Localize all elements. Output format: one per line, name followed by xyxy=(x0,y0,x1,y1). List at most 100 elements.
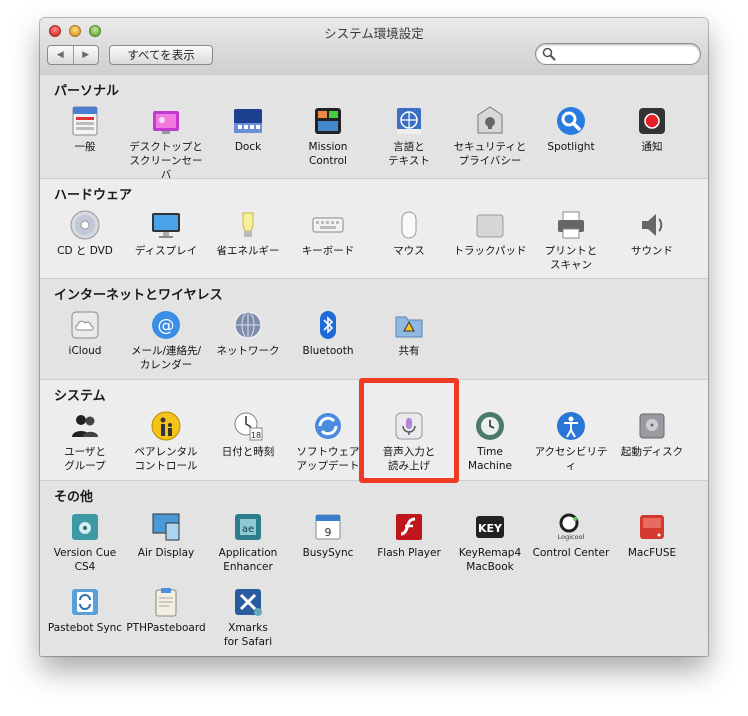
pref-pane-energy-saver[interactable]: 省エネルギー xyxy=(207,209,289,258)
back-button[interactable]: ◀ xyxy=(48,46,73,64)
mission-control-icon xyxy=(312,105,344,137)
users-groups-icon xyxy=(69,410,101,442)
pref-pane-pthpasteboard[interactable]: PTHPasteboard xyxy=(125,586,207,635)
pref-pane-label: Xmarks for Safari xyxy=(223,622,273,648)
cd-dvd-icon xyxy=(69,209,101,241)
pref-pane-air-display[interactable]: Air Display xyxy=(125,511,207,560)
busysync-icon: 9 xyxy=(312,511,344,543)
bluetooth-icon xyxy=(312,309,344,341)
pref-pane-label: マウス xyxy=(393,245,425,257)
pref-pane-flash-player[interactable]: Flash Player xyxy=(368,511,450,560)
show-all-button[interactable]: すべてを表示 xyxy=(109,45,213,65)
search-input[interactable] xyxy=(558,46,694,62)
pref-pane-desktop-screensaver[interactable]: デスクトップと スクリーンセーバ xyxy=(125,105,207,182)
pref-pane-macfuse[interactable]: MacFUSE xyxy=(611,511,693,560)
pref-pane-mail-contacts-calendar[interactable]: @ メール/連絡先/ カレンダー xyxy=(125,309,207,372)
pref-pane-spotlight[interactable]: Spotlight xyxy=(530,105,612,154)
pref-pane-label: KeyRemap4 MacBook xyxy=(458,547,522,573)
keyboard-icon xyxy=(312,209,344,241)
pref-pane-label: Control Center xyxy=(532,547,610,559)
pref-pane-time-machine[interactable]: Time Machine xyxy=(449,410,531,473)
language-text-icon xyxy=(393,105,425,137)
forward-button[interactable]: ▶ xyxy=(72,46,99,64)
pref-pane-security-privacy[interactable]: セキュリティと プライバシー xyxy=(449,105,531,168)
pref-pane-notifications[interactable]: 通知 xyxy=(611,105,693,154)
pref-pane-users-groups[interactable]: ユーザと グループ xyxy=(44,410,126,473)
section-2: インターネットとワイヤレス iCloud @ メール/連絡先/ カレンダー ネットワーク… xyxy=(40,278,708,379)
pref-pane-software-update[interactable]: ソフトウェア アップデート xyxy=(287,410,369,473)
pref-pane-trackpad[interactable]: トラックパッド xyxy=(449,209,531,258)
pref-pane-label: MacFUSE xyxy=(627,547,677,559)
time-machine-icon xyxy=(474,410,506,442)
pref-pane-general[interactable]: 一般 xyxy=(44,105,126,154)
search-field[interactable] xyxy=(535,43,701,65)
xmarks-icon xyxy=(232,586,264,618)
pref-pane-date-time[interactable]: 18 日付と時刻 xyxy=(207,410,289,459)
sharing-icon xyxy=(393,309,425,341)
version-cue-icon xyxy=(69,511,101,543)
logicool-control-center-icon: Logicool xyxy=(555,511,587,543)
pthpasteboard-icon xyxy=(150,586,182,618)
pastebot-sync-icon xyxy=(69,586,101,618)
pref-pane-print-scan[interactable]: プリントと スキャン xyxy=(530,209,612,272)
startup-disk-icon xyxy=(636,410,668,442)
pref-pane-label: セキュリティと プライバシー xyxy=(453,141,527,167)
general-icon xyxy=(69,105,101,137)
pref-pane-bluetooth[interactable]: Bluetooth xyxy=(287,309,369,358)
pref-pane-keyremap[interactable]: KEY KeyRemap4 MacBook xyxy=(449,511,531,574)
pref-pane-label: Flash Player xyxy=(377,547,441,559)
pref-pane-label: Bluetooth xyxy=(302,345,354,357)
pref-pane-xmarks[interactable]: Xmarks for Safari xyxy=(207,586,289,649)
section-title: システム xyxy=(54,389,106,404)
macfuse-icon xyxy=(636,511,668,543)
highlight-box xyxy=(359,378,459,483)
pref-pane-parental-controls[interactable]: ペアレンタル コントロール xyxy=(125,410,207,473)
pref-pane-language-text[interactable]: 言語と テキスト xyxy=(368,105,450,168)
pref-pane-label: 起動ディスク xyxy=(620,446,684,458)
pref-pane-label: PTHPasteboard xyxy=(126,622,206,634)
section-title: インターネットとワイヤレス xyxy=(54,288,223,303)
svg-text:9: 9 xyxy=(325,526,332,539)
pref-pane-version-cue[interactable]: Version Cue CS4 xyxy=(44,511,126,574)
pref-pane-busysync[interactable]: 9 BusySync xyxy=(287,511,369,560)
section-4: その他 Version Cue CS4 Air Display ae Applicati… xyxy=(40,480,708,656)
pref-pane-display[interactable]: ディスプレイ xyxy=(125,209,207,258)
section-title: パーソナル xyxy=(54,84,120,99)
pref-pane-label: 日付と時刻 xyxy=(221,446,275,458)
pref-pane-startup-disk[interactable]: 起動ディスク xyxy=(611,410,693,459)
pref-pane-label: Spotlight xyxy=(547,141,595,153)
pref-pane-mission-control[interactable]: Mission Control xyxy=(287,105,369,168)
search-icon xyxy=(542,47,556,61)
parental-controls-icon xyxy=(150,410,182,442)
spotlight-icon xyxy=(555,105,587,137)
pref-pane-label: Pastebot Sync xyxy=(47,622,123,634)
pref-pane-sharing[interactable]: 共有 xyxy=(368,309,450,358)
svg-text:ae: ae xyxy=(242,524,254,535)
sound-icon xyxy=(636,209,668,241)
pref-pane-application-enhancer[interactable]: ae Application Enhancer xyxy=(207,511,289,574)
pref-pane-mouse[interactable]: マウス xyxy=(368,209,450,258)
pref-pane-pastebot-sync[interactable]: Pastebot Sync xyxy=(44,586,126,635)
pref-pane-logicool-control-center[interactable]: Logicool Control Center xyxy=(530,511,612,560)
pref-pane-label: BusySync xyxy=(302,547,354,559)
icloud-icon xyxy=(69,309,101,341)
trackpad-icon xyxy=(474,209,506,241)
pref-pane-icloud[interactable]: iCloud xyxy=(44,309,126,358)
pref-pane-label: Version Cue CS4 xyxy=(53,547,117,573)
pref-pane-keyboard[interactable]: キーボード xyxy=(287,209,369,258)
pref-pane-cd-dvd[interactable]: CD と DVD xyxy=(44,209,126,258)
svg-text:KEY: KEY xyxy=(478,522,503,535)
pref-pane-network[interactable]: ネットワーク xyxy=(207,309,289,358)
pref-pane-label: 通知 xyxy=(641,141,663,153)
nav-buttons: ◀ ▶ xyxy=(47,45,99,65)
display-icon xyxy=(150,209,182,241)
pref-pane-accessibility[interactable]: アクセシビリティ xyxy=(530,410,612,473)
pref-pane-dock[interactable]: Dock xyxy=(207,105,289,154)
pref-pane-label: プリントと スキャン xyxy=(544,245,598,271)
software-update-icon xyxy=(312,410,344,442)
print-scan-icon xyxy=(555,209,587,241)
air-display-icon xyxy=(150,511,182,543)
pref-pane-label: Mission Control xyxy=(308,141,348,167)
pref-pane-sound[interactable]: サウンド xyxy=(611,209,693,258)
keyremap-icon: KEY xyxy=(474,511,506,543)
